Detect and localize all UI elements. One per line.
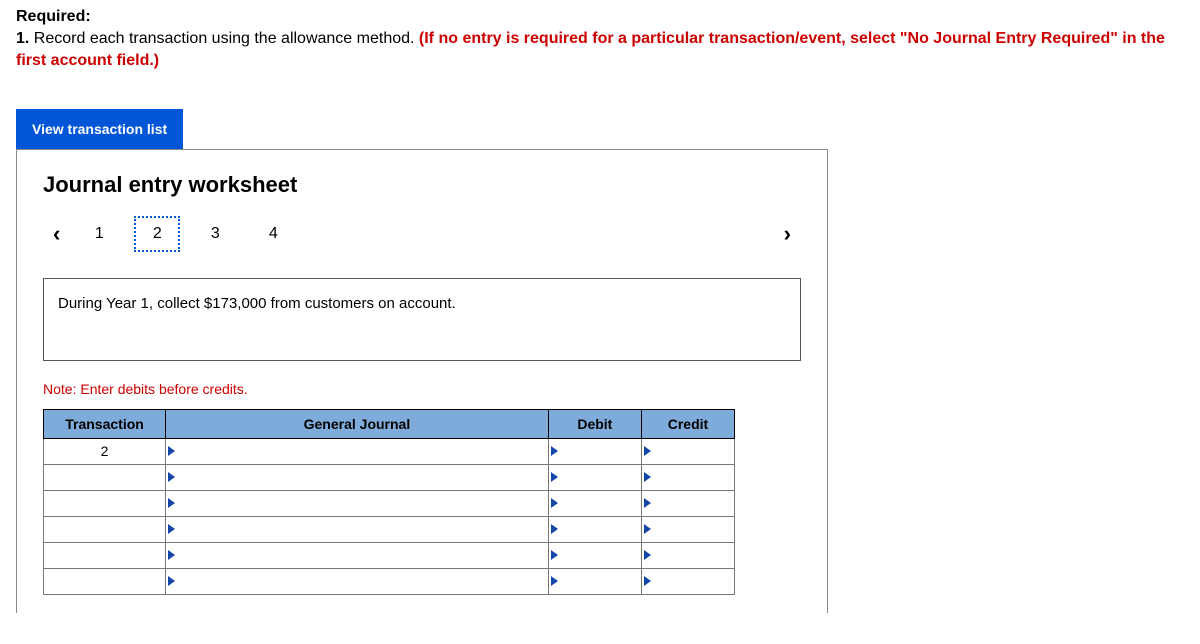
dropdown-arrow-icon [168, 576, 175, 586]
dropdown-arrow-icon [551, 524, 558, 534]
dropdown-arrow-icon [551, 550, 558, 560]
dropdown-arrow-icon [644, 472, 651, 482]
general-journal-cell[interactable] [166, 464, 549, 490]
dropdown-arrow-icon [644, 498, 651, 508]
general-journal-cell[interactable] [166, 516, 549, 542]
dropdown-arrow-icon [644, 550, 651, 560]
debit-cell[interactable] [548, 464, 641, 490]
dropdown-arrow-icon [644, 524, 651, 534]
credit-cell[interactable] [641, 490, 734, 516]
general-journal-cell[interactable] [166, 490, 549, 516]
instruction-black: Record each transaction using the allowa… [29, 30, 419, 47]
dropdown-arrow-icon [551, 472, 558, 482]
credit-cell[interactable] [641, 516, 734, 542]
transaction-cell [44, 464, 166, 490]
col-header-debit: Debit [548, 409, 641, 438]
debit-cell[interactable] [548, 490, 641, 516]
journal-entry-table: Transaction General Journal Debit Credit… [43, 409, 735, 595]
transaction-cell [44, 490, 166, 516]
general-journal-cell[interactable] [166, 438, 549, 464]
tab-nav-row: ‹ 1 2 3 4 › [43, 216, 801, 252]
table-row [44, 464, 735, 490]
worksheet-title: Journal entry worksheet [43, 172, 801, 198]
dropdown-arrow-icon [551, 576, 558, 586]
dropdown-arrow-icon [551, 446, 558, 456]
table-row [44, 516, 735, 542]
debit-cell[interactable] [548, 438, 641, 464]
table-row [44, 568, 735, 594]
transaction-cell [44, 516, 166, 542]
dropdown-arrow-icon [644, 576, 651, 586]
prev-chevron-icon[interactable]: ‹ [43, 221, 70, 247]
credit-cell[interactable] [641, 568, 734, 594]
debit-cell[interactable] [548, 542, 641, 568]
dropdown-arrow-icon [168, 498, 175, 508]
tab-1[interactable]: 1 [76, 216, 122, 252]
dropdown-arrow-icon [551, 498, 558, 508]
dropdown-arrow-icon [168, 550, 175, 560]
dropdown-arrow-icon [168, 524, 175, 534]
dropdown-arrow-icon [168, 472, 175, 482]
instruction-number: 1. [16, 30, 29, 47]
worksheet-panel: Journal entry worksheet ‹ 1 2 3 4 › Duri… [16, 149, 828, 613]
note-line: Note: Enter debits before credits. [43, 381, 801, 397]
required-heading: Required: [16, 8, 1184, 26]
credit-cell[interactable] [641, 438, 734, 464]
transaction-cell: 2 [44, 438, 166, 464]
next-chevron-icon[interactable]: › [774, 221, 801, 247]
table-row [44, 542, 735, 568]
view-transaction-list-button[interactable]: View transaction list [16, 109, 183, 149]
tab-4[interactable]: 4 [250, 216, 296, 252]
tab-2[interactable]: 2 [134, 216, 180, 252]
col-header-transaction: Transaction [44, 409, 166, 438]
general-journal-cell[interactable] [166, 542, 549, 568]
general-journal-cell[interactable] [166, 568, 549, 594]
dropdown-arrow-icon [168, 446, 175, 456]
table-row [44, 490, 735, 516]
credit-cell[interactable] [641, 464, 734, 490]
table-row: 2 [44, 438, 735, 464]
tab-3[interactable]: 3 [192, 216, 238, 252]
dropdown-arrow-icon [644, 446, 651, 456]
instruction-line: 1. Record each transaction using the all… [16, 28, 1184, 73]
transaction-prompt: During Year 1, collect $173,000 from cus… [43, 278, 801, 361]
transaction-cell [44, 568, 166, 594]
col-header-general-journal: General Journal [166, 409, 549, 438]
transaction-cell [44, 542, 166, 568]
debit-cell[interactable] [548, 516, 641, 542]
col-header-credit: Credit [641, 409, 734, 438]
credit-cell[interactable] [641, 542, 734, 568]
debit-cell[interactable] [548, 568, 641, 594]
